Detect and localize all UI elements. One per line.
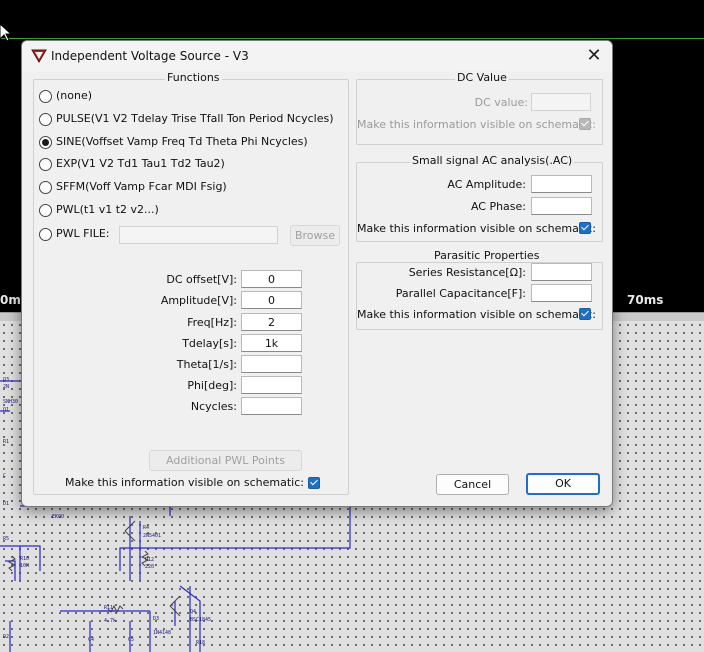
dc-visible-checkbox[interactable] — [579, 118, 591, 130]
parasitic-properties-group-title: Parasitic Properties — [432, 249, 542, 262]
waveform-trace — [0, 38, 704, 39]
series-resistance-input[interactable] — [531, 263, 592, 281]
phi-input[interactable] — [241, 376, 302, 394]
radio-label: PWL FILE: — [56, 227, 110, 240]
schematic-label: R4 — [143, 525, 150, 531]
radio-label: SINE(Voffset Vamp Freq Td Theta Phi Ncyc… — [56, 135, 308, 148]
freq-label: Freq[Hz]: — [187, 316, 237, 329]
radio-label: PULSE(V1 V2 Tdelay Trise Tfall Ton Perio… — [56, 112, 334, 125]
functions-group-title: Functions — [165, 71, 222, 84]
schematic-label: Q3 — [3, 377, 10, 383]
radio-button[interactable] — [39, 158, 52, 171]
schematic-label: 2N5401 — [143, 533, 162, 539]
schematic-label: Q4 — [190, 609, 197, 615]
series-resistance-label: Series Resistance[Ω]: — [408, 266, 526, 279]
ltspice-app-icon — [31, 49, 47, 63]
dc-offset-input[interactable]: 0 — [241, 270, 302, 288]
schematic-label: EKOO — [52, 514, 65, 520]
dc-value-label: DC value: — [474, 96, 528, 109]
ac-visible-checkbox[interactable] — [579, 222, 591, 234]
parallel-capacitance-input[interactable] — [531, 284, 592, 302]
ac-visible-label: Make this information visible on schemat… — [357, 222, 596, 235]
ncycles-input[interactable] — [241, 397, 302, 415]
independent-voltage-source-dialog: Independent Voltage Source - V3 ✕ Functi… — [21, 40, 613, 507]
time-axis-label-right: 70ms — [627, 293, 664, 307]
schematic-label: R10 — [20, 556, 30, 562]
radio-function-pwl[interactable]: PWL(t1 v1 t2 v2...) — [39, 203, 329, 219]
schematic-label: D1 — [3, 501, 10, 507]
amplitude-label: Amplitude[V]: — [160, 294, 237, 307]
schematic-label: R11 — [104, 605, 114, 611]
schematic-label: D2 — [3, 634, 10, 640]
close-button[interactable]: ✕ — [582, 45, 606, 67]
parasitic-visible-label: Make this information visible on schemat… — [357, 308, 596, 321]
parallel-capacitance-label: Parallel Capacitance[F]: — [395, 287, 526, 300]
schematic-label: C — [3, 473, 7, 479]
pwl-file-input[interactable] — [119, 226, 278, 244]
radio-button[interactable] — [39, 113, 52, 126]
radio-button-selected[interactable] — [39, 136, 52, 149]
dc-value-group-title: DC Value — [455, 71, 509, 84]
ac-phase-label: AC Phase: — [470, 200, 526, 213]
radio-label: (none) — [56, 89, 93, 102]
parasitic-visible-checkbox[interactable] — [579, 308, 591, 320]
theta-label: Theta[1/s]: — [176, 358, 237, 371]
dialog-titlebar[interactable]: Independent Voltage Source - V3 ✕ — [22, 41, 612, 72]
radio-function-none[interactable]: (none) — [39, 89, 319, 105]
radio-button[interactable] — [39, 228, 52, 241]
dc-offset-label: DC offset[V]: — [166, 273, 237, 286]
ac-amplitude-label: AC Amplitude: — [447, 178, 526, 191]
phi-label: Phi[deg]: — [187, 379, 237, 392]
ac-amplitude-input[interactable] — [531, 175, 592, 193]
schematic-label: D3 — [153, 616, 160, 622]
radio-label: EXP(V1 V2 Td1 Tau1 Td2 Tau2) — [56, 157, 225, 170]
ac-phase-input[interactable] — [531, 197, 592, 215]
dc-value-group — [356, 79, 603, 145]
freq-input[interactable]: 2 — [241, 313, 302, 331]
schematic-label: Q1 — [3, 407, 10, 413]
mouse-cursor-icon — [0, 24, 12, 42]
schematic-label: 220 — [145, 564, 155, 570]
radio-button[interactable] — [39, 204, 52, 217]
schematic-label: R5 — [3, 536, 10, 542]
schematic-label: R12 — [145, 557, 155, 563]
dc-visible-label: Make this information visible on schemat… — [357, 118, 596, 131]
radio-function-sffm[interactable]: SFFM(Voff Vamp Fcar MDI Fsig) — [39, 180, 329, 196]
ncycles-label: Ncycles: — [190, 400, 237, 413]
radio-function-pwl-file[interactable]: PWL FILE: — [39, 227, 129, 243]
dialog-title: Independent Voltage Source - V3 — [51, 49, 249, 63]
amplitude-input[interactable]: 0 — [241, 291, 302, 309]
functions-visible-label: Make this information visible on schemat… — [65, 476, 304, 489]
ac-analysis-group-title: Small signal AC analysis(.AC) — [410, 154, 575, 167]
theta-input[interactable] — [241, 355, 302, 373]
tdelay-label: Tdelay[s]: — [182, 337, 237, 350]
schematic-label: 10K — [20, 563, 30, 569]
cancel-button[interactable]: Cancel — [436, 474, 509, 495]
schematic-label: SNH30 — [3, 399, 19, 405]
schematic-label: C4 — [88, 637, 95, 643]
radio-function-exp[interactable]: EXP(V1 V2 Td1 Tau1 Td2 Tau2) — [39, 157, 329, 173]
radio-label: SFFM(Voff Vamp Fcar MDI Fsig) — [56, 180, 227, 193]
additional-pwl-points-button[interactable]: Additional PWL Points — [149, 450, 302, 471]
functions-visible-checkbox[interactable] — [308, 477, 320, 489]
ok-button[interactable]: OK — [526, 473, 600, 495]
tdelay-input[interactable]: 1k — [241, 334, 302, 352]
radio-function-sine[interactable]: SINE(Voffset Vamp Freq Td Theta Phi Ncyc… — [39, 135, 329, 151]
radio-button[interactable] — [39, 181, 52, 194]
schematic-label: 4.7k — [104, 618, 117, 624]
browse-button[interactable]: Browse — [290, 225, 340, 246]
radio-button[interactable] — [39, 90, 52, 103]
dc-value-input[interactable] — [531, 93, 591, 111]
schematic-label: 1N4148 — [153, 630, 172, 636]
schematic-label: R18 — [196, 640, 206, 646]
radio-label: PWL(t1 v1 t2 v2...) — [56, 203, 159, 216]
schematic-label: R1 — [3, 439, 10, 445]
radio-function-pulse[interactable]: PULSE(V1 V2 Tdelay Trise Tfall Ton Perio… — [39, 112, 334, 128]
schematic-label: 2N — [3, 384, 10, 390]
schematic-label: C5 — [128, 637, 135, 643]
schematic-label: BSC1845 — [190, 617, 212, 623]
